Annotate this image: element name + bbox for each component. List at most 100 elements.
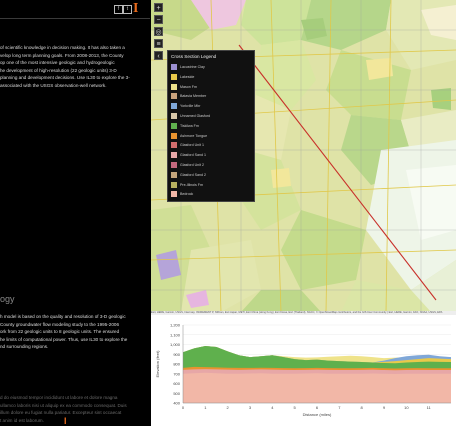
legend-swatch [171, 73, 177, 80]
legend-swatch [171, 181, 177, 188]
geologic-map[interactable]: + − ◎ ≡ ‹ Cross Section Legend Lacustrin… [151, 0, 456, 312]
y-tick-label: 700 [173, 371, 180, 376]
x-tick-label: 3 [249, 405, 252, 410]
legend-swatch [171, 122, 177, 129]
profile-chart: 1,200 1,100 1,000 900 800 700 600 500 4000 1 2 3 4 5 6… [155, 323, 451, 417]
text-line: planning and development decisions. Use … [0, 75, 130, 81]
legend-item: Bedrock [171, 191, 253, 199]
legend-item: Yorkville Mbr [171, 103, 253, 111]
legend-item: Tiskilwa Fm [171, 122, 253, 131]
legend-swatch [171, 162, 177, 168]
text-line: h model is based on the quality and reso… [0, 314, 126, 319]
text-line: ork from 22 geologic units to 8 geologic… [0, 329, 120, 335]
x-tick-label: 7 [338, 405, 341, 410]
facebook-icon[interactable]: f [114, 5, 123, 14]
x-tick-label: 10 [404, 405, 409, 410]
text-line: nd surrounding regions. [0, 344, 49, 350]
legend-swatch [171, 83, 177, 90]
illinois-logo: I [133, 1, 139, 16]
legend-item: Glasford Sand 2 [171, 171, 253, 180]
legend-label: Ashmore Tongue [180, 133, 208, 138]
legend-label: Unnamed Glasford [180, 114, 211, 118]
legend-label: Glasford Sand 2 [180, 172, 206, 177]
legend-swatch [171, 113, 177, 119]
legend-item: Pre-Illinois Fm [171, 181, 253, 190]
legend-label: Bedrock [180, 192, 194, 197]
legend-swatch [171, 142, 177, 149]
legend-label: Glasford Unit 2 [180, 163, 204, 167]
story-header: f t I [0, 0, 150, 19]
x-tick-label: 4 [271, 405, 274, 410]
x-tick-label: 9 [383, 405, 386, 410]
collapse-legend-button[interactable]: ‹ [154, 51, 163, 60]
legend-item: Glasford Sand 1 [171, 152, 253, 160]
legend-item: Lacustrine Clay [171, 64, 253, 72]
legend-item: Mason Fm [171, 83, 253, 92]
legend-swatch [171, 93, 177, 100]
legend-label: Batavia Member [180, 94, 207, 99]
y-tick-label: 1,200 [170, 323, 181, 328]
legend-label: Yorkville Mbr [180, 104, 201, 109]
x-tick-label: 8 [361, 405, 364, 410]
x-tick-label: 5 [294, 405, 297, 410]
zoom-out-button[interactable]: − [154, 15, 163, 24]
y-tick-label: 1,000 [170, 342, 181, 347]
x-axis-label: Distance (miles) [303, 412, 332, 417]
legend-swatch [171, 171, 177, 178]
x-tick-label: 0 [182, 405, 185, 410]
x-tick-label: 11 [427, 405, 432, 410]
text-line: d do eiusmod tempor incididunt ut labore… [0, 395, 118, 400]
map-controls: + − ◎ ≡ ‹ [154, 3, 163, 63]
legend-item: Glasford Unit 1 [171, 142, 253, 150]
legend-label: Glasford Unit 1 [180, 143, 204, 148]
illinois-logo-small: I [64, 416, 67, 426]
intro-paragraph: of scientific knowledge in decision maki… [0, 44, 130, 90]
y-tick-label: 500 [173, 391, 180, 396]
locate-button[interactable]: ◎ [154, 27, 163, 36]
legend-label: Lakeside [180, 74, 195, 79]
legend-item: Batavia Member [171, 93, 253, 101]
text-line: op one of the most intensive geologic an… [0, 60, 115, 66]
y-tick-label: 600 [173, 381, 180, 386]
legend-item: Glasford Unit 2 [171, 162, 253, 170]
y-axis-label: Elevation (feet) [155, 350, 160, 378]
y-tick-label: 900 [173, 352, 180, 357]
legend-label: Mason Fm [180, 84, 197, 89]
text-line: of scientific knowledge in decision maki… [0, 45, 125, 50]
model-paragraph: h model is based on the quality and reso… [0, 313, 127, 351]
text-line: he development of high-resolution (22 ge… [0, 67, 117, 73]
text-line: County groundwater flow modeling study t… [0, 321, 120, 327]
legend-swatch [171, 152, 177, 159]
section-title: ogy [0, 294, 15, 304]
cross-section-profile: 1,200 1,100 1,000 900 800 700 600 500 400 0 1 2 3 4 5 6… [151, 315, 456, 426]
x-tick-label: 6 [316, 405, 319, 410]
legend-swatch [171, 191, 177, 198]
legend-swatch [171, 64, 177, 70]
legend-swatch [171, 103, 177, 110]
x-tick-label: 2 [227, 405, 230, 410]
text-line: velop long term planning goals. From 200… [0, 52, 124, 58]
cross-section-legend: Cross Section Legend Lacustrine Clay Lake… [167, 50, 255, 202]
text-line: associated with the USGS observation-wel… [0, 82, 107, 88]
y-tick-label: 400 [173, 401, 180, 406]
story-panel: f t I of scientific knowledge in decisio… [0, 0, 150, 426]
legend-label: Tiskilwa Fm [180, 123, 199, 128]
legend-label: Glasford Sand 1 [180, 153, 206, 158]
y-tick-label: 1,100 [170, 332, 181, 337]
legend-label: Lacustrine Clay [180, 65, 205, 69]
legend-swatch [171, 132, 177, 139]
legend-title: Cross Section Legend [171, 54, 217, 59]
x-tick-label: 1 [204, 405, 207, 410]
text-line: he limits of computational power. Thus, … [0, 336, 128, 342]
twitter-icon[interactable]: t [123, 5, 132, 14]
y-tick-label: 800 [173, 362, 180, 367]
zoom-in-button[interactable]: + [154, 3, 163, 12]
layers-button[interactable]: ≡ [154, 39, 163, 48]
header-divider [0, 18, 150, 19]
legend-item: Ashmore Tongue [171, 132, 253, 141]
layer-bedrock [183, 372, 451, 403]
legend-label: Pre-Illinois Fm [180, 182, 203, 187]
legend-item: Unnamed Glasford [171, 113, 253, 121]
legend-item: Lakeside [171, 73, 253, 82]
text-line: ullamco laboris nisi ut aliquip ex ea co… [0, 402, 127, 408]
